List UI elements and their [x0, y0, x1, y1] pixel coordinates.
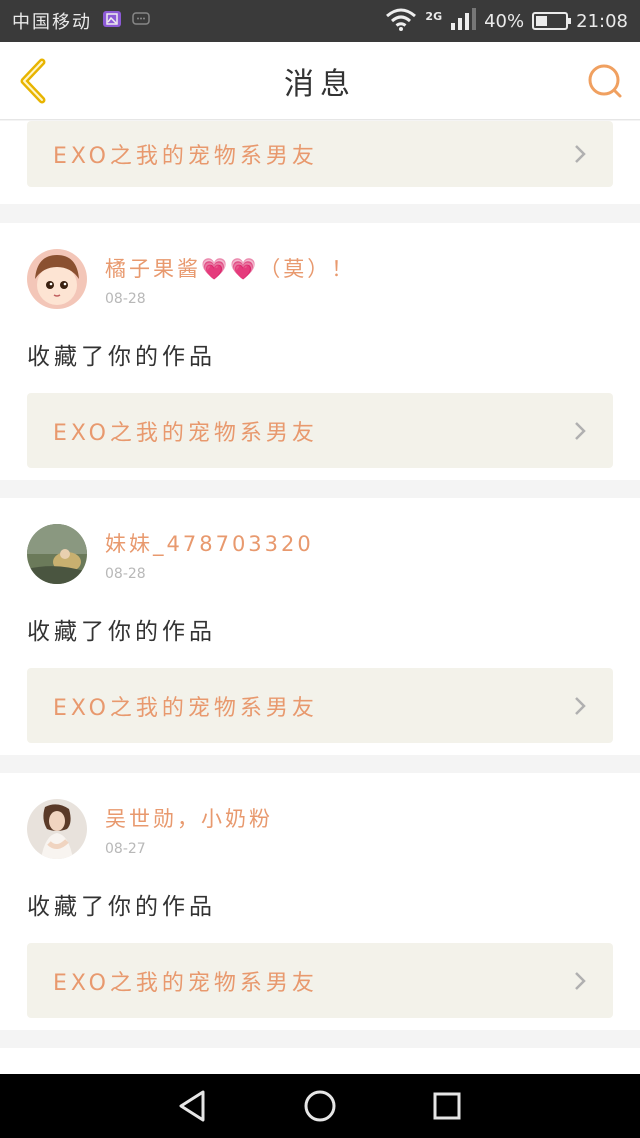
work-link[interactable]: EXO之我的宠物系男友 — [27, 668, 613, 743]
message-date: 08-27 — [105, 841, 146, 857]
page-title: 消息 — [284, 66, 356, 102]
signal-icon — [450, 7, 477, 35]
work-title: EXO之我的宠物系男友 — [53, 144, 318, 169]
user-row: 吴世勋，小奶粉 08-27 — [27, 773, 613, 859]
message-card: 吴世勋，小奶粉 08-27 收藏了你的作品 EXO之我的宠物系男友 — [0, 773, 640, 1030]
home-circle-icon[interactable] — [300, 1086, 340, 1126]
clock: 21:08 — [576, 10, 628, 32]
message-card-partial: EXO之我的宠物系男友 — [0, 121, 640, 204]
action-text: 收藏了你的作品 — [27, 344, 216, 370]
work-title: EXO之我的宠物系男友 — [53, 420, 318, 446]
action-text: 收藏了你的作品 — [27, 619, 216, 645]
network-type-label: 2G — [425, 9, 443, 23]
battery-fill — [536, 16, 548, 26]
avatar[interactable] — [27, 524, 87, 584]
work-link[interactable]: EXO之我的宠物系男友 — [27, 121, 613, 187]
message-date: 08-28 — [105, 566, 146, 582]
chevron-right-icon — [575, 971, 586, 990]
header-bar: 消息 — [0, 42, 640, 120]
chevron-right-icon — [575, 145, 586, 163]
message-date: 08-28 — [105, 291, 146, 307]
username[interactable]: 吴世勋，小奶粉 — [105, 803, 273, 833]
battery-icon — [532, 12, 572, 30]
chevron-left-icon[interactable] — [14, 58, 54, 104]
message-card: 橘子果酱💗💗（莫）！ 08-28 收藏了你的作品 EXO之我的宠物系男友 — [0, 223, 640, 480]
chat-notification-icon — [132, 11, 150, 32]
username[interactable]: 橘子果酱💗💗（莫）！ — [105, 253, 355, 283]
back-triangle-icon[interactable] — [173, 1086, 213, 1126]
message-card: 妹妹_478703320 08-28 收藏了你的作品 EXO之我的宠物系男友 — [0, 498, 640, 755]
system-nav-bar — [0, 1074, 640, 1138]
message-list[interactable]: EXO之我的宠物系男友 橘子果酱💗💗（莫）！ 08-28 收藏了你的作品 EXO… — [0, 121, 640, 1074]
user-row: 妹妹_478703320 08-28 — [27, 498, 613, 584]
work-link[interactable]: EXO之我的宠物系男友 — [27, 393, 613, 468]
action-text: 收藏了你的作品 — [27, 894, 216, 920]
status-bar: 中国移动 2G 40% 21:08 — [0, 0, 640, 42]
search-icon[interactable] — [586, 62, 624, 100]
recents-square-icon[interactable] — [427, 1086, 467, 1126]
work-link[interactable]: EXO之我的宠物系男友 — [27, 943, 613, 1018]
work-title: EXO之我的宠物系男友 — [53, 695, 318, 721]
avatar[interactable] — [27, 799, 87, 859]
message-card-partial — [0, 1048, 640, 1074]
user-row: 橘子果酱💗💗（莫）！ 08-28 — [27, 223, 613, 309]
avatar[interactable] — [27, 249, 87, 309]
chevron-right-icon — [575, 696, 586, 715]
battery-percent: 40% — [484, 10, 525, 32]
work-title: EXO之我的宠物系男友 — [53, 970, 318, 996]
username[interactable]: 妹妹_478703320 — [105, 528, 314, 558]
chevron-right-icon — [575, 421, 586, 440]
gallery-notification-icon — [102, 10, 122, 33]
wifi-icon — [385, 7, 417, 36]
carrier-label: 中国移动 — [12, 12, 92, 33]
